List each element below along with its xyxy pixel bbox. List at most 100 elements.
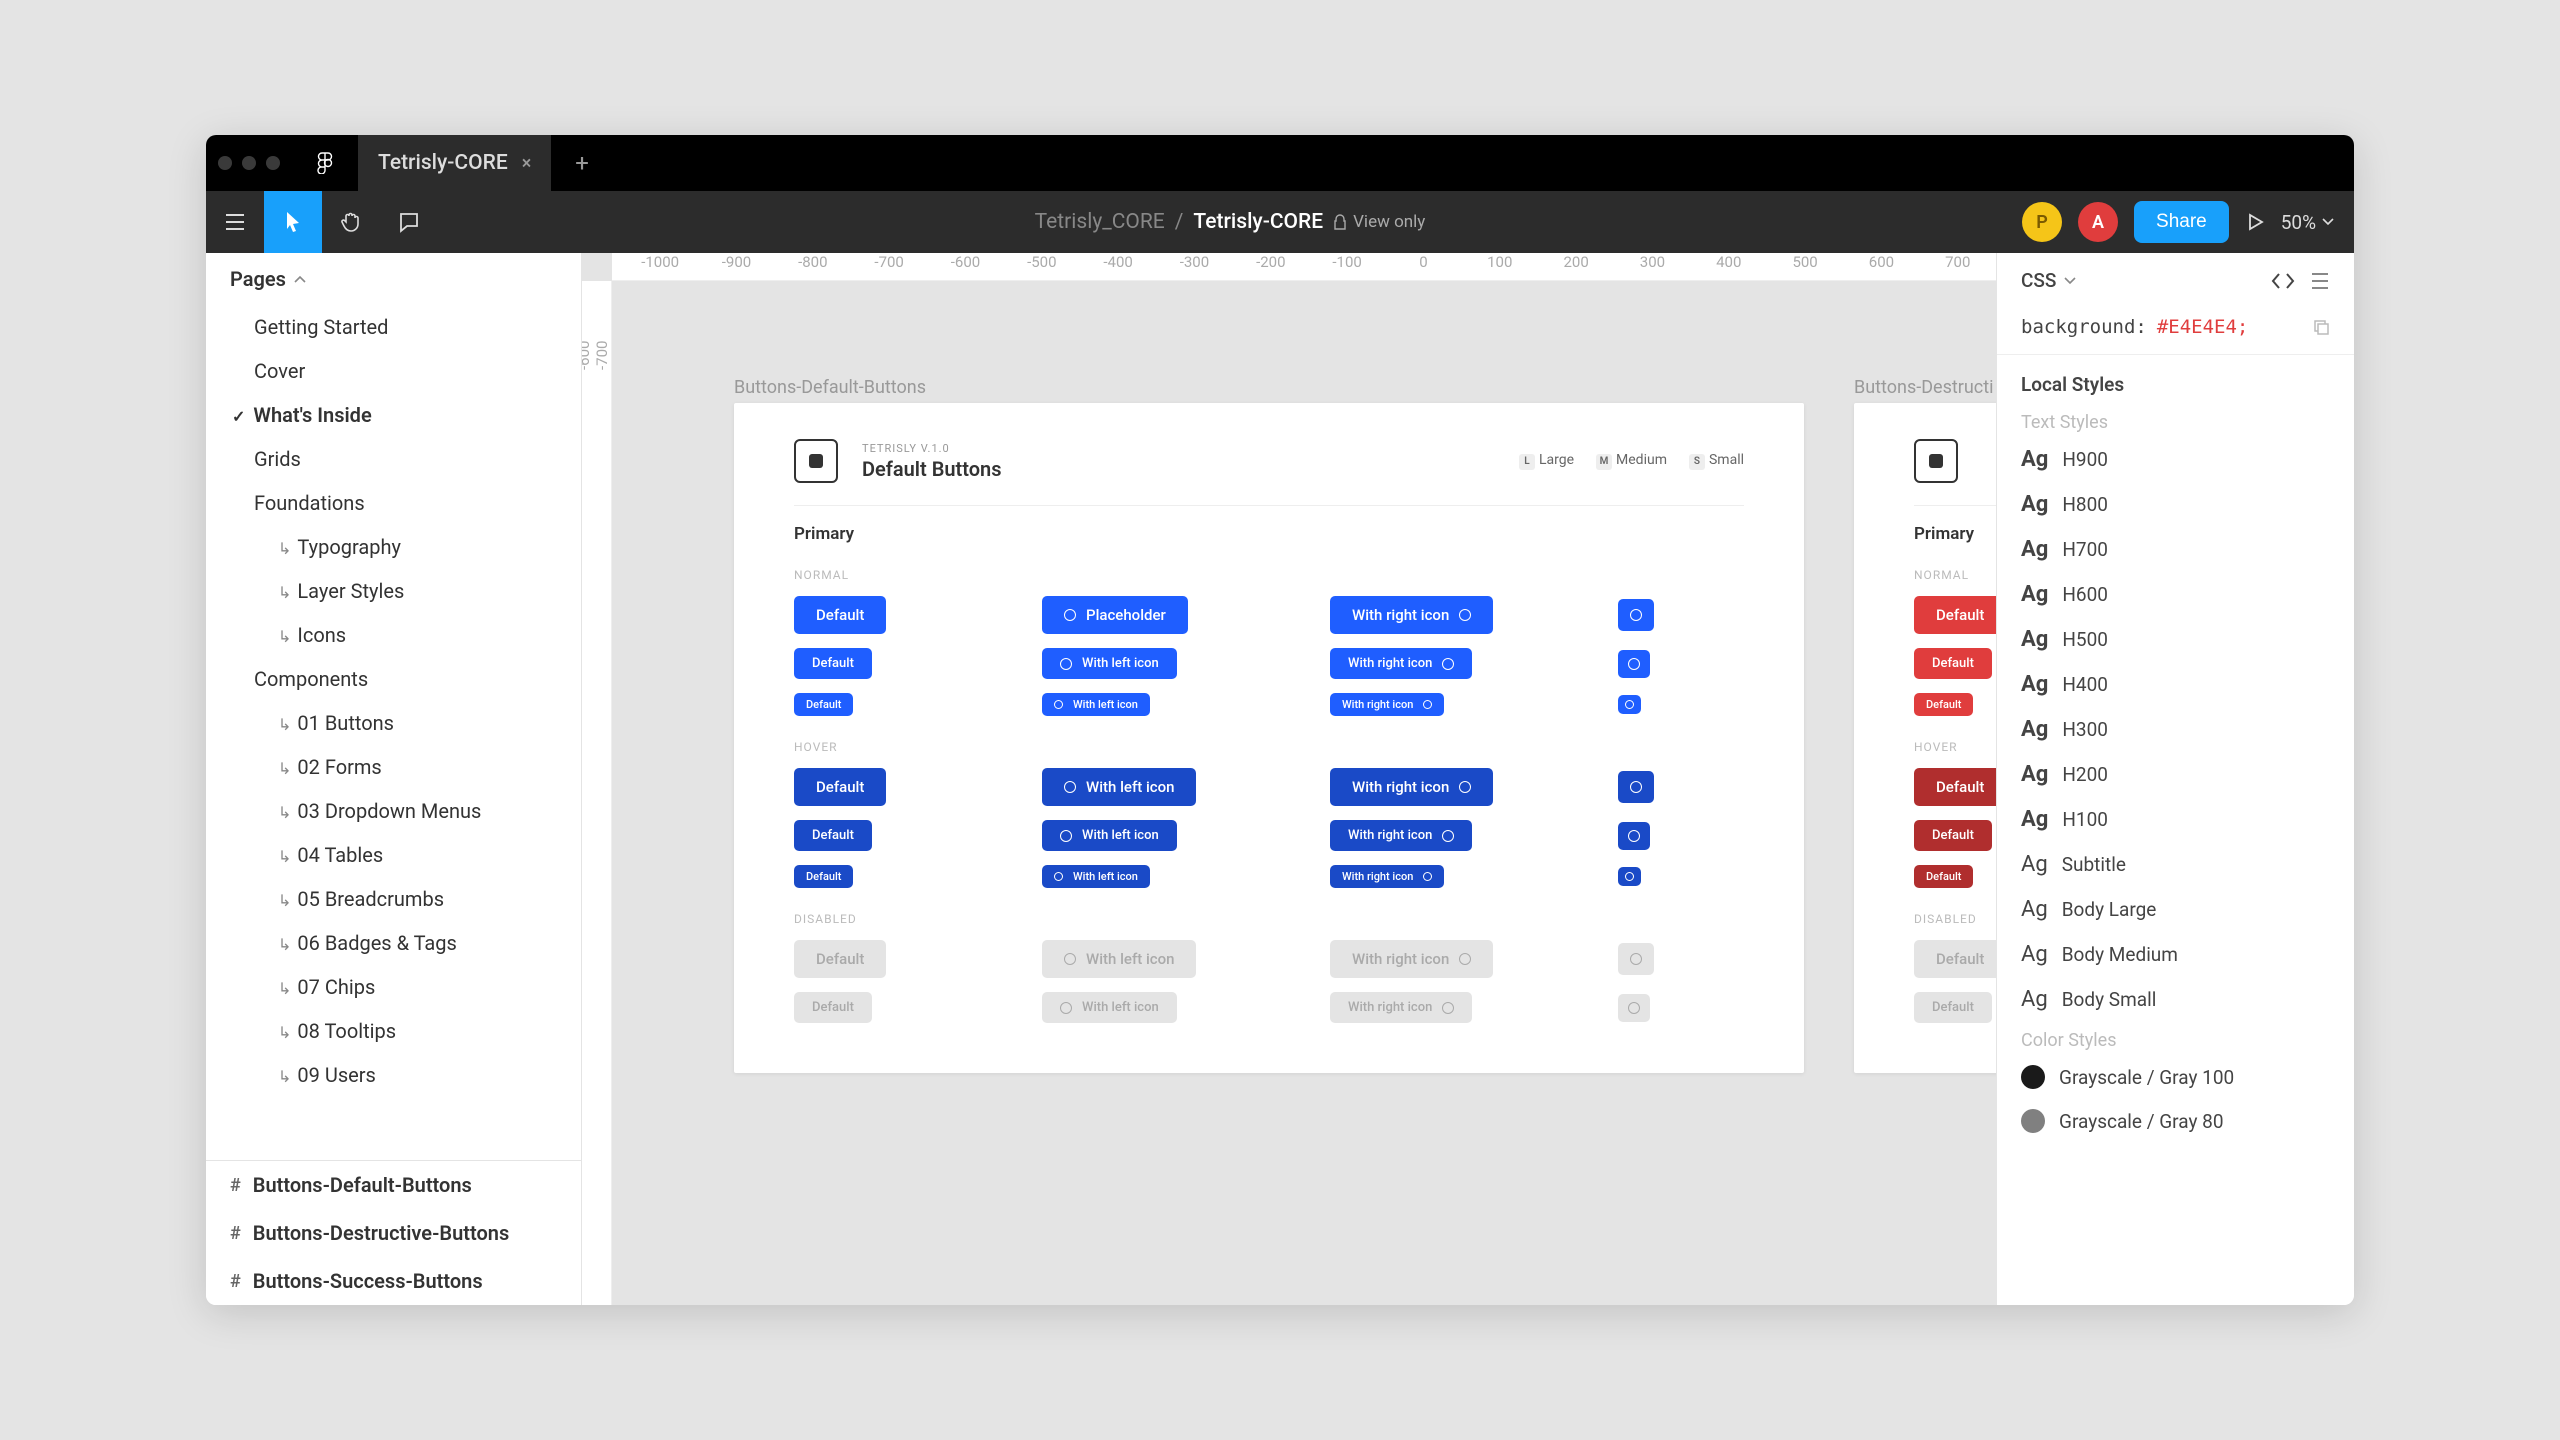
copy-icon[interactable] — [2312, 318, 2330, 336]
layer-item[interactable]: #Buttons-Default-Buttons — [206, 1161, 581, 1209]
breadcrumb-parent[interactable]: Tetrisly_CORE — [1035, 210, 1165, 234]
sidebar-item[interactable]: ↳Layer Styles — [206, 569, 581, 613]
button-destructive-md-hover[interactable]: Default — [1914, 820, 1992, 851]
code-language-select[interactable]: CSS — [2021, 269, 2076, 292]
button-default-md[interactable]: Default — [794, 648, 872, 679]
button-lefticon-sm[interactable]: With left icon — [1042, 693, 1150, 716]
button-lefticon-sm-hover[interactable]: With left icon — [1042, 865, 1150, 888]
text-style-row[interactable]: AgSubtitle — [1997, 842, 2354, 887]
close-tab-icon[interactable]: × — [522, 153, 532, 174]
sidebar-item[interactable]: ↳03 Dropdown Menus — [206, 789, 581, 833]
text-style-row[interactable]: AgH100 — [1997, 797, 2354, 842]
close-window-icon[interactable] — [218, 156, 232, 170]
button-righticon-md[interactable]: With right icon — [1330, 648, 1472, 679]
button-destructive-lg-disabled[interactable]: Default — [1914, 940, 1996, 978]
text-style-row[interactable]: AgBody Small — [1997, 977, 2354, 1022]
button-destructive-md[interactable]: Default — [1914, 648, 1992, 679]
avatar-user-1[interactable]: P — [2022, 202, 2062, 242]
frame-label[interactable]: Buttons-Destructi — [1854, 377, 1993, 398]
frame-default-buttons[interactable]: TETRISLY V.1.0 Default Buttons LLarge MM… — [734, 403, 1804, 1073]
text-style-row[interactable]: AgH700 — [1997, 527, 2354, 572]
sidebar-item[interactable]: ↳08 Tooltips — [206, 1009, 581, 1053]
sidebar-item[interactable]: ↳Icons — [206, 613, 581, 657]
button-righticon-md-disabled[interactable]: With right icon — [1330, 992, 1472, 1023]
button-default-md-disabled[interactable]: Default — [794, 992, 872, 1023]
figma-logo-icon[interactable] — [314, 152, 336, 174]
present-button[interactable] — [2245, 212, 2265, 232]
button-icon-md-disabled[interactable] — [1618, 994, 1650, 1022]
text-style-row[interactable]: AgH500 — [1997, 617, 2354, 662]
button-destructive-lg[interactable]: Default — [1914, 596, 1996, 634]
file-tab[interactable]: Tetrisly-CORE × — [358, 135, 551, 191]
button-default-lg-hover[interactable]: Default — [794, 768, 886, 806]
list-icon[interactable] — [2310, 272, 2330, 290]
button-lefticon-md-hover[interactable]: With left icon — [1042, 820, 1177, 851]
button-icon-lg-disabled[interactable] — [1618, 943, 1654, 975]
button-righticon-lg-hover[interactable]: With right icon — [1330, 768, 1493, 806]
button-lefticon-lg-disabled[interactable]: With left icon — [1042, 940, 1196, 978]
button-default-md-hover[interactable]: Default — [794, 820, 872, 851]
sidebar-item[interactable]: ↳07 Chips — [206, 965, 581, 1009]
hand-tool-button[interactable] — [322, 191, 380, 253]
add-tab-button[interactable]: + — [575, 149, 589, 177]
canvas[interactable]: -1000-900-800-700-600-500-400-300-200-10… — [582, 253, 1996, 1305]
sidebar-item[interactable]: ↳02 Forms — [206, 745, 581, 789]
text-style-row[interactable]: AgBody Medium — [1997, 932, 2354, 977]
sidebar-item[interactable]: Grids — [206, 437, 581, 481]
button-righticon-lg-disabled[interactable]: With right icon — [1330, 940, 1493, 978]
button-lefticon-md[interactable]: With left icon — [1042, 648, 1177, 679]
minimize-window-icon[interactable] — [242, 156, 256, 170]
sidebar-item[interactable]: ↳Typography — [206, 525, 581, 569]
pages-panel-header[interactable]: Pages — [206, 253, 581, 305]
main-menu-button[interactable] — [206, 191, 264, 253]
button-destructive-lg-hover[interactable]: Default — [1914, 768, 1996, 806]
button-righticon-md-hover[interactable]: With right icon — [1330, 820, 1472, 851]
share-button[interactable]: Share — [2134, 201, 2229, 243]
text-style-row[interactable]: AgH800 — [1997, 482, 2354, 527]
text-style-row[interactable]: AgBody Large — [1997, 887, 2354, 932]
button-righticon-sm-hover[interactable]: With right icon — [1330, 865, 1444, 888]
sidebar-item[interactable]: Components — [206, 657, 581, 701]
sidebar-item[interactable]: Cover — [206, 349, 581, 393]
button-icon-md-hover[interactable] — [1618, 822, 1650, 850]
button-icon-lg[interactable] — [1618, 599, 1654, 631]
button-lefticon-md-disabled[interactable]: With left icon — [1042, 992, 1177, 1023]
button-placeholder-lg[interactable]: Placeholder — [1042, 596, 1188, 634]
frame-destructive-buttons[interactable]: Primary NORMAL Default Default Default H… — [1854, 403, 1996, 1073]
frame-label[interactable]: Buttons-Default-Buttons — [734, 377, 926, 398]
color-style-row[interactable]: Grayscale / Gray 80 — [1997, 1099, 2354, 1143]
layer-item[interactable]: #Buttons-Destructive-Buttons — [206, 1209, 581, 1257]
button-destructive-sm-hover[interactable]: Default — [1914, 865, 1973, 888]
button-destructive-sm[interactable]: Default — [1914, 693, 1973, 716]
text-style-row[interactable]: AgH300 — [1997, 707, 2354, 752]
color-style-row[interactable]: Grayscale / Gray 100 — [1997, 1055, 2354, 1099]
button-icon-sm-hover[interactable] — [1618, 867, 1641, 886]
sidebar-item[interactable]: Foundations — [206, 481, 581, 525]
layer-item[interactable]: #Buttons-Success-Buttons — [206, 1257, 581, 1305]
avatar-user-2[interactable]: A — [2078, 202, 2118, 242]
button-lefticon-lg-hover[interactable]: With left icon — [1042, 768, 1196, 806]
button-destructive-md-disabled[interactable]: Default — [1914, 992, 1992, 1023]
button-icon-sm[interactable] — [1618, 695, 1641, 714]
button-icon-md[interactable] — [1618, 650, 1650, 678]
zoom-control[interactable]: 50% — [2281, 211, 2334, 234]
button-righticon-lg[interactable]: With right icon — [1330, 596, 1493, 634]
sidebar-item[interactable]: What's Inside — [206, 393, 581, 437]
sidebar-item[interactable]: ↳05 Breadcrumbs — [206, 877, 581, 921]
comment-tool-button[interactable] — [380, 191, 438, 253]
button-icon-lg-hover[interactable] — [1618, 771, 1654, 803]
button-default-sm-hover[interactable]: Default — [794, 865, 853, 888]
text-style-row[interactable]: AgH900 — [1997, 437, 2354, 482]
button-default-lg-disabled[interactable]: Default — [794, 940, 886, 978]
sidebar-item[interactable]: Getting Started — [206, 305, 581, 349]
code-icon[interactable] — [2270, 272, 2296, 290]
sidebar-item[interactable]: ↳09 Users — [206, 1053, 581, 1097]
button-default-sm[interactable]: Default — [794, 693, 853, 716]
sidebar-item[interactable]: ↳01 Buttons — [206, 701, 581, 745]
move-tool-button[interactable] — [264, 191, 322, 253]
text-style-row[interactable]: AgH200 — [1997, 752, 2354, 797]
text-style-row[interactable]: AgH600 — [1997, 572, 2354, 617]
button-righticon-sm[interactable]: With right icon — [1330, 693, 1444, 716]
button-default-lg[interactable]: Default — [794, 596, 886, 634]
text-style-row[interactable]: AgH400 — [1997, 662, 2354, 707]
